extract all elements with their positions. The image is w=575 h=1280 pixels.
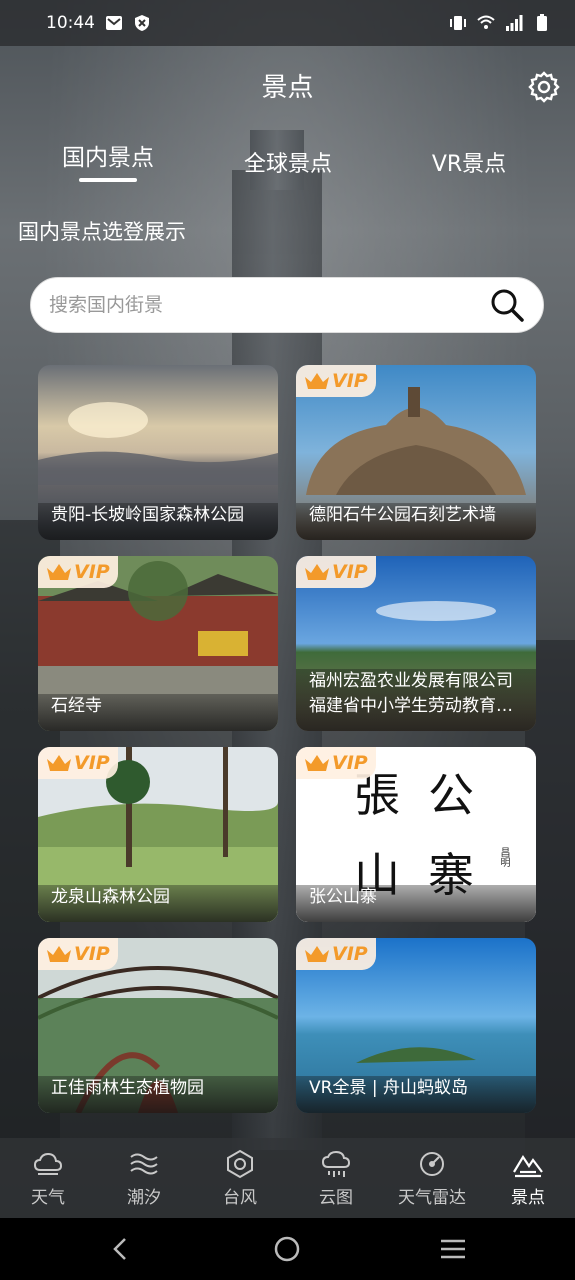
card-caption: 德阳石牛公园石刻艺术墙 (296, 503, 536, 540)
crown-icon (305, 946, 329, 962)
tab-bar: 国内景点 全球景点 VR景点 (0, 138, 575, 188)
scenic-card[interactable]: VIP 正佳雨林生态植物园 (38, 938, 278, 1113)
crown-icon (47, 946, 71, 962)
radar-icon (420, 1152, 444, 1176)
bottom-nav: 天气 潮汐 台风 云图 天气雷达 景点 (0, 1138, 575, 1218)
battery-icon (537, 14, 547, 31)
cloud-map-icon (321, 1150, 351, 1177)
nav-item-scenic[interactable]: 景点 (480, 1138, 575, 1218)
crown-icon (305, 564, 329, 580)
weather-icon (33, 1152, 63, 1175)
scenic-card[interactable]: VIP 德阳石牛公园石刻艺术墙 (296, 365, 536, 540)
nav-item-weather[interactable]: 天气 (0, 1138, 96, 1218)
signal-icon (506, 15, 523, 31)
tab-active-indicator (79, 178, 137, 182)
crown-icon (47, 755, 71, 771)
gear-icon[interactable] (527, 70, 561, 104)
calligraphy-char: 公 (428, 768, 474, 822)
back-icon[interactable] (106, 1234, 136, 1264)
search-input[interactable] (31, 293, 487, 317)
header: 景点 (0, 62, 575, 114)
tab-domestic[interactable]: 国内景点 (60, 138, 156, 172)
calligraphy-seal: 昌明 (498, 847, 509, 867)
vibrate-icon (450, 16, 466, 30)
search-bar (30, 277, 544, 333)
scenic-card[interactable]: VIP 石经寺 (38, 556, 278, 731)
scenic-card[interactable]: VIP VR全景 | 舟山蚂蚁岛 (296, 938, 536, 1113)
crown-icon (305, 373, 329, 389)
card-caption: 正佳雨林生态植物园 (38, 1076, 278, 1113)
scenic-card[interactable]: 張 公 山 寨 昌明 VIP 张公山寨 (296, 747, 536, 922)
page-title: 景点 (261, 73, 314, 103)
scenic-card[interactable]: VIP 龙泉山森林公园 (38, 747, 278, 922)
vip-badge: VIP (296, 747, 376, 779)
wifi-icon (477, 15, 495, 29)
vip-badge: VIP (296, 556, 376, 588)
scenic-card[interactable]: 贵阳-长坡岭国家森林公园 (38, 365, 278, 540)
crown-icon (47, 564, 71, 580)
tide-icon (130, 1153, 158, 1175)
home-icon[interactable] (272, 1234, 302, 1264)
typhoon-icon (227, 1149, 253, 1179)
shield-icon (135, 15, 149, 31)
section-title: 国内景点选登展示 (18, 220, 186, 244)
menu-icon[interactable] (438, 1234, 468, 1264)
vip-badge: VIP (38, 556, 118, 588)
card-caption: 福州宏盈农业发展有限公司 福建省中小学生劳动教育… (296, 669, 536, 731)
card-caption: 张公山寨 (296, 885, 536, 922)
system-nav-bar (0, 1218, 575, 1280)
tab-vr[interactable]: VR景点 (424, 146, 514, 178)
crown-icon (305, 755, 329, 771)
vip-badge: VIP (296, 365, 376, 397)
tab-global[interactable]: 全球景点 (238, 146, 338, 178)
nav-item-tide[interactable]: 潮汐 (96, 1138, 192, 1218)
nav-item-typhoon[interactable]: 台风 (192, 1138, 288, 1218)
card-caption: 龙泉山森林公园 (38, 885, 278, 922)
gmail-icon (106, 16, 122, 30)
status-time: 10:44 (46, 13, 95, 33)
nav-item-radar[interactable]: 天气雷达 (384, 1138, 480, 1218)
status-bar: 10:44 (0, 0, 575, 46)
card-caption: 贵阳-长坡岭国家森林公园 (38, 503, 278, 540)
scenic-card[interactable]: VIP 福州宏盈农业发展有限公司 福建省中小学生劳动教育… (296, 556, 536, 731)
vip-badge: VIP (38, 747, 118, 779)
search-icon[interactable] (487, 285, 527, 325)
vip-badge: VIP (38, 938, 118, 970)
nav-item-cloud-map[interactable]: 云图 (288, 1138, 384, 1218)
mountain-icon (513, 1154, 543, 1178)
card-caption: 石经寺 (38, 694, 278, 731)
vip-badge: VIP (296, 938, 376, 970)
card-caption: VR全景 | 舟山蚂蚁岛 (296, 1076, 536, 1113)
